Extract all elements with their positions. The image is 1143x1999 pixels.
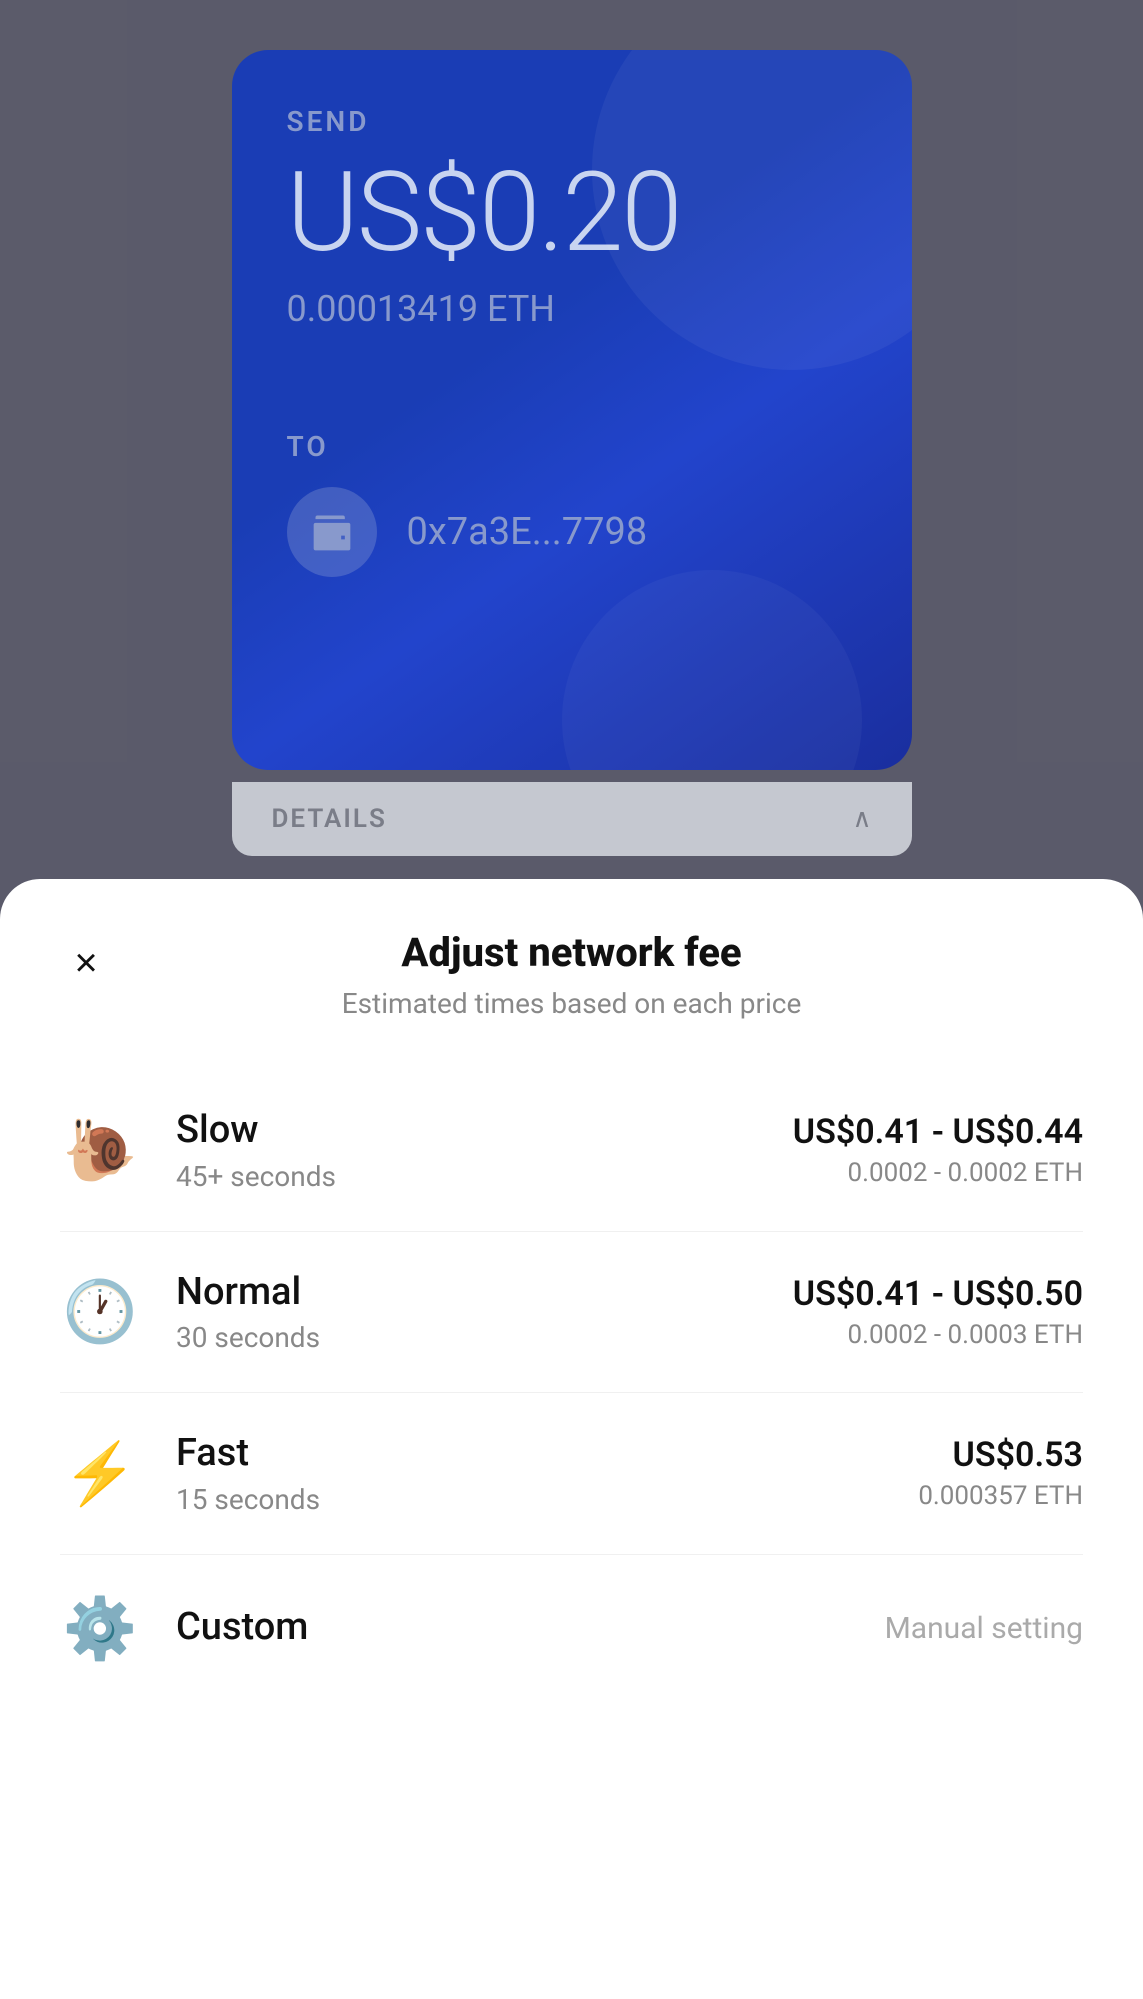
fee-option-fast[interactable]: ⚡ Fast 15 seconds US$0.53 0.000357 ETH [60,1393,1083,1555]
fee-price-fast: US$0.53 0.000357 ETH [918,1435,1083,1511]
normal-icon: 🕐 [60,1276,140,1347]
sheet-subtitle: Estimated times based on each price [60,987,1083,1020]
fee-price-normal: US$0.41 - US$0.50 0.0002 - 0.0003 ETH [793,1274,1083,1350]
fee-time-fast: 15 seconds [176,1483,918,1516]
fee-info-custom: Custom [176,1605,885,1651]
fee-price-slow: US$0.41 - US$0.44 0.0002 - 0.0002 ETH [793,1112,1083,1188]
chevron-up-icon: ∧ [852,804,871,834]
custom-icon: ⚙️ [60,1593,140,1664]
bottom-sheet: × Adjust network fee Estimated times bas… [0,879,1143,1999]
fee-time-slow: 45+ seconds [176,1160,793,1193]
fee-option-normal[interactable]: 🕐 Normal 30 seconds US$0.41 - US$0.50 0.… [60,1232,1083,1394]
send-amount-usd: US$0.20 [287,158,857,268]
fee-option-custom[interactable]: ⚙️ Custom Manual setting [60,1555,1083,1702]
details-bar[interactable]: DETAILS ∧ [232,782,912,856]
fee-price-manual-custom: Manual setting [885,1611,1083,1646]
wallet-icon-circle [287,487,377,577]
wallet-icon [310,510,354,554]
fee-options-list: 🐌 Slow 45+ seconds US$0.41 - US$0.44 0.0… [60,1070,1083,1702]
fee-price-eth-fast: 0.000357 ETH [918,1481,1083,1511]
sheet-header: × Adjust network fee Estimated times bas… [60,929,1083,1020]
close-button[interactable]: × [60,937,112,989]
fee-info-fast: Fast 15 seconds [176,1431,918,1516]
fee-name-slow: Slow [176,1108,793,1154]
fee-time-normal: 30 seconds [176,1321,793,1354]
recipient-address: 0x7a3E...7798 [407,510,648,554]
fee-name-custom: Custom [176,1605,885,1651]
fee-info-slow: Slow 45+ seconds [176,1108,793,1193]
send-card: SEND US$0.20 0.00013419 ETH TO 0x7a3E...… [232,50,912,770]
fee-name-normal: Normal [176,1270,793,1316]
fee-price-eth-normal: 0.0002 - 0.0003 ETH [793,1320,1083,1350]
slow-icon: 🐌 [60,1115,140,1186]
fee-price-eth-slow: 0.0002 - 0.0002 ETH [793,1158,1083,1188]
fee-option-slow[interactable]: 🐌 Slow 45+ seconds US$0.41 - US$0.44 0.0… [60,1070,1083,1232]
sheet-title-block: Adjust network fee Estimated times based… [60,929,1083,1020]
send-label: SEND [287,105,857,138]
send-amount-eth: 0.00013419 ETH [287,288,857,330]
fast-icon: ⚡ [60,1438,140,1509]
details-label: DETAILS [272,804,387,834]
fee-price-custom: Manual setting [885,1611,1083,1646]
fee-price-usd-fast: US$0.53 [918,1435,1083,1475]
fee-info-normal: Normal 30 seconds [176,1270,793,1355]
sheet-title: Adjust network fee [60,929,1083,977]
recipient-row: 0x7a3E...7798 [287,487,857,577]
to-label: TO [287,430,857,463]
fee-name-fast: Fast [176,1431,918,1477]
fee-price-usd-slow: US$0.41 - US$0.44 [793,1112,1083,1152]
fee-price-usd-normal: US$0.41 - US$0.50 [793,1274,1083,1314]
